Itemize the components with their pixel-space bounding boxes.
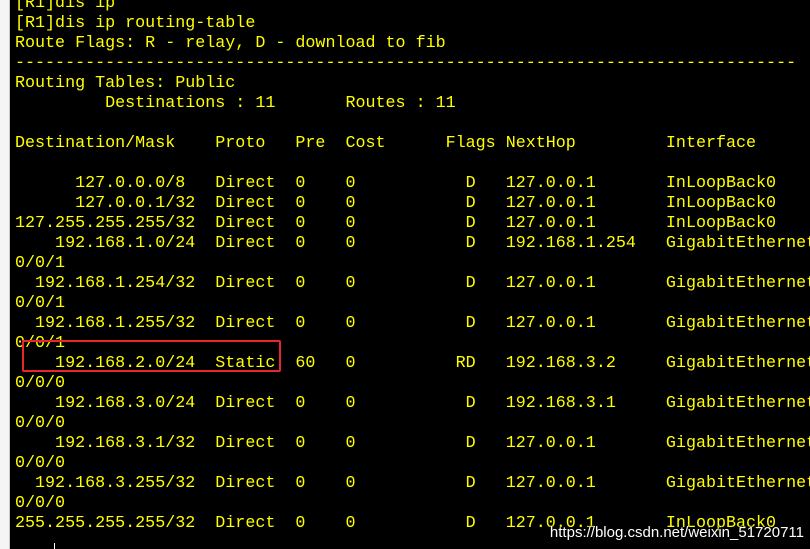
terminal-line: [R1]dis ip routing-table bbox=[15, 14, 256, 33]
terminal-line: 127.0.0.0/8 Direct 0 0 D 127.0.0.1 InLoo… bbox=[15, 174, 777, 193]
terminal-line: 127.255.255.255/32 Direct 0 0 D 127.0.0.… bbox=[15, 214, 777, 233]
terminal-line: [R1]dis ip bbox=[15, 0, 116, 13]
window-left-border bbox=[0, 0, 10, 549]
terminal-line: 0/0/0 bbox=[15, 374, 66, 393]
terminal-line: 0/0/1 bbox=[15, 334, 66, 353]
terminal-line: 127.0.0.1/32 Direct 0 0 D 127.0.0.1 InLo… bbox=[15, 194, 777, 213]
terminal-line: 0/0/0 bbox=[15, 454, 66, 473]
terminal-line: Route Flags: R - relay, D - download to … bbox=[15, 34, 446, 53]
terminal-line: 0/0/0 bbox=[15, 494, 66, 513]
terminal-line: 0/0/1 bbox=[15, 294, 66, 313]
terminal-line: Destination/Mask Proto Pre Cost Flags Ne… bbox=[15, 134, 757, 153]
terminal-line: 192.168.3.255/32 Direct 0 0 D 127.0.0.1 … bbox=[15, 474, 810, 493]
terminal-line: 192.168.3.1/32 Direct 0 0 D 127.0.0.1 Gi… bbox=[15, 434, 810, 453]
terminal-line: 192.168.1.255/32 Direct 0 0 D 127.0.0.1 … bbox=[15, 314, 810, 333]
terminal-line: 192.168.3.0/24 Direct 0 0 D 192.168.3.1 … bbox=[15, 394, 810, 413]
terminal-line: 192.168.2.0/24 Static 60 0 RD 192.168.3.… bbox=[15, 354, 810, 373]
terminal-line: 192.168.1.254/32 Direct 0 0 D 127.0.0.1 … bbox=[15, 274, 810, 293]
terminal-line: 0/0/1 bbox=[15, 254, 66, 273]
terminal-line: Routing Tables: Public bbox=[15, 74, 236, 93]
terminal-line: ----------------------------------------… bbox=[15, 54, 797, 73]
watermark-text: https://blog.csdn.net/weixin_51720711 bbox=[549, 524, 804, 541]
cursor-mark bbox=[54, 543, 55, 549]
terminal-output: [R1]dis ip [R1]dis ip routing-table Route … bbox=[15, 0, 810, 534]
terminal-line: 0/0/0 bbox=[15, 414, 66, 433]
terminal-line: 192.168.1.0/24 Direct 0 0 D 192.168.1.25… bbox=[15, 234, 810, 253]
terminal-line: Destinations : 11 Routes : 11 bbox=[15, 94, 456, 113]
terminal-window[interactable]: [R1]dis ip [R1]dis ip routing-table Route … bbox=[0, 0, 810, 549]
